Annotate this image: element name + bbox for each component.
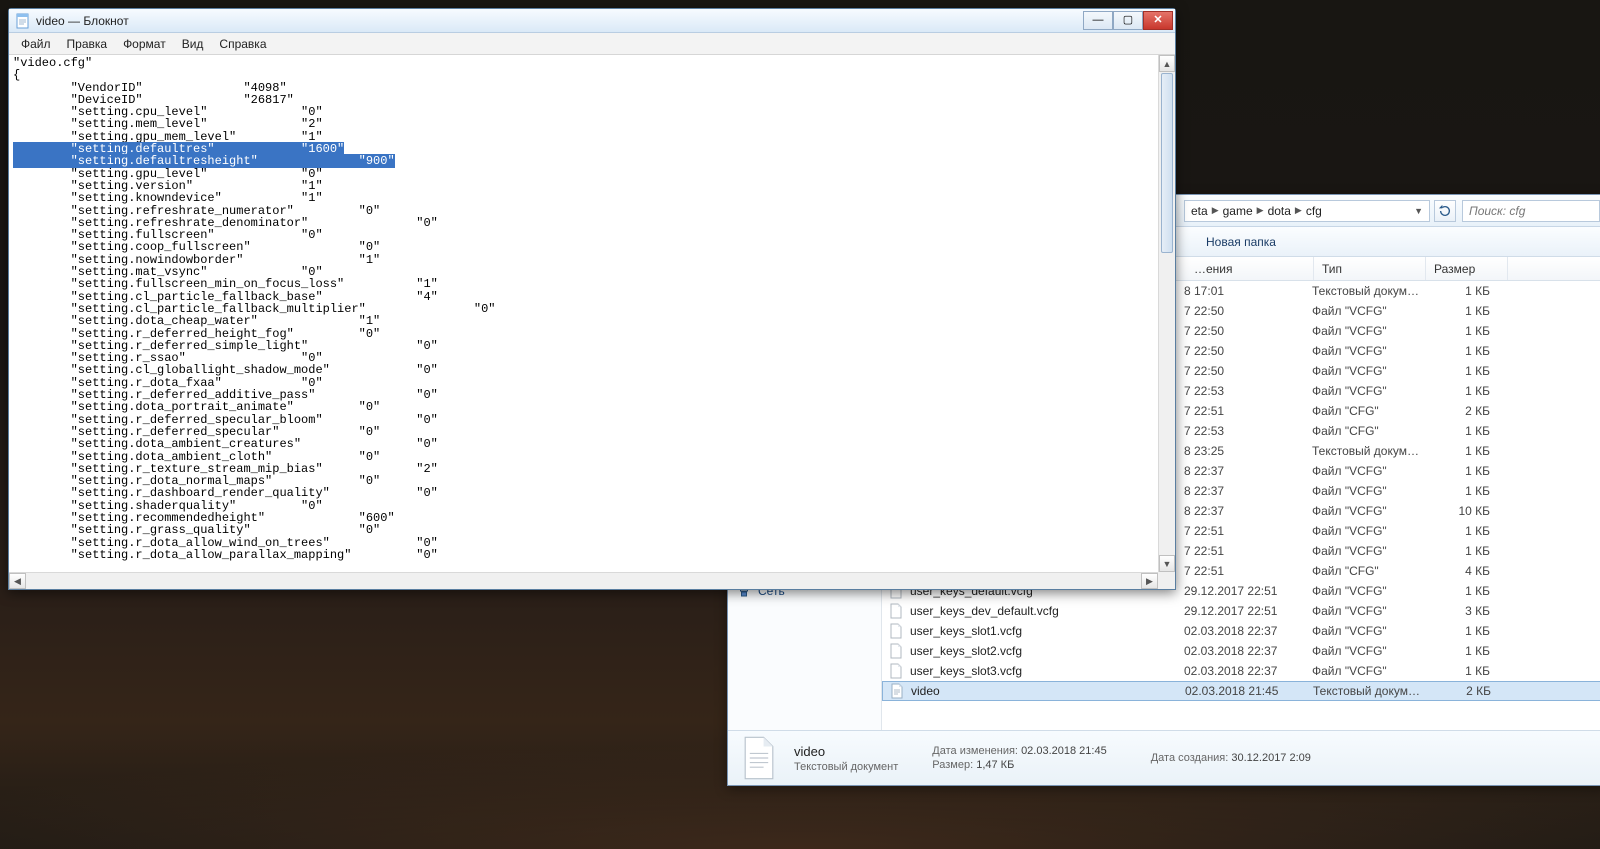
chevron-down-icon[interactable]: ▼ — [1414, 206, 1423, 216]
col-size[interactable]: Размер — [1426, 257, 1508, 280]
scroll-left-icon[interactable]: ◀ — [9, 573, 26, 589]
menu-item-Справка[interactable]: Справка — [211, 34, 274, 54]
close-button[interactable]: ✕ — [1143, 11, 1173, 30]
titlebar[interactable]: video — Блокнот — ▢ ✕ — [9, 9, 1175, 33]
window-title: video — Блокнот — [36, 14, 1083, 28]
crumb-segment[interactable]: dota — [1268, 204, 1291, 218]
chevron-right-icon: ▶ — [1212, 205, 1219, 216]
refresh-button[interactable] — [1434, 200, 1456, 222]
details-modified-value: 02.03.2018 21:45 — [1021, 745, 1107, 757]
chevron-right-icon: ▶ — [1257, 205, 1264, 216]
search-input[interactable]: Поиск: cfg — [1462, 200, 1600, 222]
maximize-button[interactable]: ▢ — [1113, 11, 1143, 30]
crumb-segment[interactable]: cfg — [1306, 204, 1322, 218]
file-name: user_keys_slot3.vcfg — [910, 664, 1022, 678]
table-row[interactable]: user_keys_slot2.vcfg02.03.2018 22:37Файл… — [882, 641, 1600, 661]
scroll-corner — [1158, 572, 1175, 589]
menu-item-Правка[interactable]: Правка — [59, 34, 116, 54]
details-modified-label: Дата изменения: — [932, 745, 1018, 757]
horizontal-scrollbar[interactable]: ◀ ▶ — [9, 572, 1158, 589]
text-content[interactable]: "video.cfg" { "VendorID" "4098" "DeviceI… — [9, 55, 1158, 572]
details-size-label: Размер: — [932, 759, 973, 771]
minimize-button[interactable]: — — [1083, 11, 1113, 30]
notepad-icon — [15, 13, 31, 29]
crumb-segment[interactable]: game — [1223, 204, 1253, 218]
file-name: user_keys_slot1.vcfg — [910, 624, 1022, 638]
scroll-down-icon[interactable]: ▼ — [1159, 555, 1175, 572]
details-created-value: 30.12.2017 2:09 — [1231, 752, 1311, 764]
details-filename: video — [794, 744, 898, 759]
details-pane: video Текстовый документ Дата изменения:… — [728, 730, 1600, 785]
table-row[interactable]: user_keys_dev_default.vcfg29.12.2017 22:… — [882, 601, 1600, 621]
file-icon — [738, 737, 780, 779]
scroll-right-icon[interactable]: ▶ — [1141, 573, 1158, 589]
file-name: user_keys_dev_default.vcfg — [910, 604, 1059, 618]
col-type[interactable]: Тип — [1314, 257, 1426, 280]
notepad-window: video — Блокнот — ▢ ✕ ФайлПравкаФорматВи… — [8, 8, 1176, 590]
col-date[interactable]: …ения — [1186, 257, 1314, 280]
crumb-segment[interactable]: eta — [1191, 204, 1208, 218]
details-created-label: Дата создания: — [1151, 752, 1229, 764]
table-row[interactable]: user_keys_slot1.vcfg02.03.2018 22:37Файл… — [882, 621, 1600, 641]
menu-item-Формат[interactable]: Формат — [115, 34, 174, 54]
chevron-right-icon: ▶ — [1295, 205, 1302, 216]
details-size-value: 1,47 КБ — [976, 759, 1014, 771]
table-row[interactable]: video02.03.2018 21:45Текстовый докум…2 К… — [882, 681, 1600, 701]
menu-item-Файл[interactable]: Файл — [13, 34, 59, 54]
table-row[interactable]: user_keys_slot3.vcfg02.03.2018 22:37Файл… — [882, 661, 1600, 681]
scroll-up-icon[interactable]: ▲ — [1159, 55, 1175, 72]
vertical-scrollbar[interactable]: ▲ ▼ — [1158, 55, 1175, 572]
menu-item-Вид[interactable]: Вид — [174, 34, 212, 54]
scroll-thumb[interactable] — [1161, 73, 1173, 253]
menu-bar: ФайлПравкаФорматВидСправка — [9, 33, 1175, 55]
file-name: video — [911, 684, 940, 698]
new-folder-button[interactable]: Новая папка — [1206, 235, 1276, 249]
details-filetype: Текстовый документ — [794, 761, 898, 773]
breadcrumb[interactable]: eta ▶ game ▶ dota ▶ cfg ▼ — [1184, 200, 1430, 222]
text-editor-area[interactable]: "video.cfg" { "VendorID" "4098" "DeviceI… — [9, 55, 1175, 589]
file-name: user_keys_slot2.vcfg — [910, 644, 1022, 658]
